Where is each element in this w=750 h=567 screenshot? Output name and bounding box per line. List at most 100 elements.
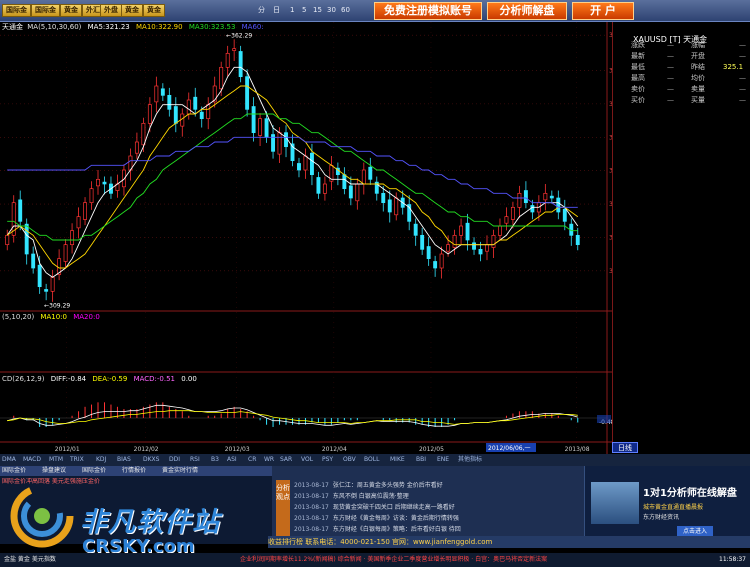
candle-body (303, 155, 308, 171)
indicator-tab[interactable]: MACD (23, 455, 41, 465)
candle-body (439, 253, 444, 269)
price-chart[interactable]: 364.88357.33350.17343.00335.86328.71321.… (0, 22, 612, 454)
vol-ma10: MA10:0 (40, 313, 67, 321)
news-item[interactable]: 2013-08-17 现货黄金突破千四关口 后期继续走高一路看好 (294, 502, 574, 513)
x-tick-label: 2012/05 (419, 446, 444, 453)
macd-legend: CD(26,12,9) DIFF:-0.84 DEA:-0.59 MACD:-0… (2, 375, 197, 384)
status-left: 金盐 黄金 美元指数 (4, 556, 56, 563)
period-15[interactable]: 15 (313, 5, 322, 15)
ad-banner[interactable]: 1对1分析师在线解盘 城市黄金直通直播晨报 东方财经资讯 点击进入 (584, 466, 750, 544)
period-60[interactable]: 60 (341, 5, 350, 15)
period-5[interactable]: 5 (302, 5, 306, 15)
indicator-tab[interactable]: MTM (49, 455, 63, 465)
ma-legend: 天通金 MA(5,10,30,60) MA5:321.23 MA10:322.9… (2, 23, 264, 32)
period-daily-tab[interactable]: 日线 (612, 442, 638, 453)
candle-body (89, 188, 94, 204)
ma-legend-params: MA(5,10,30,60) (27, 23, 82, 31)
crsky-watermark-logo: 非凡软件站 CRSKY.com (6, 474, 256, 564)
indicator-tab[interactable]: DKXS (143, 455, 159, 465)
x-tick-label: 2012/04 (322, 446, 347, 453)
candle-body (147, 104, 152, 124)
candle-body (387, 199, 392, 213)
indicator-tab[interactable]: SAR (280, 455, 292, 465)
candle-body (543, 192, 548, 201)
period-day[interactable]: 日 (273, 5, 280, 15)
quote-label: 买价 (631, 96, 645, 104)
indicator-tab[interactable]: VOL (301, 455, 313, 465)
indicator-tab[interactable]: BBI (416, 455, 426, 465)
candle-body (180, 113, 185, 127)
indicator-tab[interactable]: PSY (322, 455, 333, 465)
ad-headline: 1对1分析师在线解盘 (643, 488, 737, 499)
indicator-tab[interactable]: ENE (437, 455, 449, 465)
candle-body (141, 122, 146, 146)
candle-body (160, 88, 165, 96)
candle-body (322, 183, 327, 194)
indicator-tab[interactable]: B3 (211, 455, 219, 465)
candle-body (426, 246, 431, 260)
analyst-commentary-button[interactable]: 分析师解盘 (487, 2, 567, 20)
news-item[interactable]: 2013-08-17 东风不倒 白银高位震荡·整理 (294, 491, 574, 502)
candle-body (562, 208, 567, 222)
news-date: 2013-08-17 (294, 526, 329, 533)
quote-label: 涨幅 (691, 41, 705, 49)
indicator-tab[interactable]: MIKE (390, 455, 405, 465)
candle-body (31, 253, 36, 269)
candle-body (238, 51, 243, 78)
toolbar-button-gold[interactable]: 黄金 (60, 4, 82, 17)
candle-body (433, 261, 438, 269)
top-toolbar: 国际金 国际金 黄金 外汇 外盘 黄金 黄金 分 日 1 5 15 30 60 … (0, 0, 750, 22)
ma5-value: MA5:321.23 (87, 23, 130, 31)
news-item[interactable]: 2013-08-17 东方财经《白银每周》策略：后市看好白银 待回 (294, 524, 574, 535)
volume-legend: (5,10,20) MA10:0 MA20:0 (2, 313, 100, 322)
quote-label: 开盘 (691, 52, 705, 60)
indicator-tab[interactable]: KDJ (96, 455, 106, 465)
toolbar-button-market-1[interactable]: 国际金 (2, 4, 31, 17)
candle-body (225, 52, 230, 68)
candle-body (342, 174, 347, 190)
indicator-tab[interactable]: BOLL (364, 455, 379, 465)
candle-body (465, 222, 470, 241)
indicator-tab[interactable]: ASI (227, 455, 237, 465)
toolbar-button-market-2[interactable]: 国际金 (31, 4, 60, 17)
indicator-tab[interactable]: CR (248, 455, 256, 465)
cursor-date-label: 2012/06/06,一 (488, 445, 531, 452)
candle-body (134, 141, 139, 154)
candle-body (186, 99, 191, 115)
ma30-value: MA30:323.53 (188, 23, 236, 31)
candle-body (70, 230, 75, 246)
indicator-tab[interactable]: DMA (2, 455, 16, 465)
indicator-tab[interactable]: BIAS (117, 455, 131, 465)
news-date: 2013-08-17 (294, 515, 329, 522)
toolbar-button-gold-2[interactable]: 黄金 (121, 4, 143, 17)
toolbar-button-gold-3[interactable]: 黄金 (143, 4, 165, 17)
candle-body (5, 234, 10, 246)
status-news-ticker[interactable]: 企业利润同期率增长11.2%(新闻稿) 综合新闻 · 美国新季企业二季度营业增长… (240, 553, 680, 567)
analysis-tag[interactable]: 分析观点 (276, 480, 290, 540)
contact-bar: 收益排行榜 联系电话：4000-021-150 官网：www.jianfengg… (268, 536, 750, 548)
free-demo-account-button[interactable]: 免费注册模拟账号 (374, 2, 482, 20)
open-account-button[interactable]: 开 户 (572, 2, 634, 20)
indicator-tab[interactable]: OBV (343, 455, 356, 465)
candle-body (245, 76, 250, 110)
candle-body (102, 181, 107, 185)
toolbar-button-outer[interactable]: 外盘 (100, 4, 122, 17)
news-item[interactable]: 2013-08-17 张仁江：周五黄金多头强势 金价后市看好 (294, 480, 574, 491)
indicator-tab[interactable]: 其他指标 (458, 455, 482, 465)
candle-body (446, 244, 451, 252)
indicator-tab[interactable]: DDI (169, 455, 180, 465)
quote-label: 昨结 (691, 63, 705, 71)
period-30[interactable]: 30 (327, 5, 336, 15)
ad-line: 东方财经资讯 (643, 514, 680, 521)
period-1[interactable]: 1 (290, 5, 294, 15)
trading-app: 国际金 国际金 黄金 外汇 外盘 黄金 黄金 分 日 1 5 15 30 60 … (0, 0, 750, 567)
macd-zero: 0.00 (181, 375, 197, 383)
period-minute[interactable]: 分 (258, 5, 265, 15)
quote-label: 最低 (631, 63, 645, 71)
candle-body (37, 264, 42, 288)
news-item[interactable]: 2013-08-17 东方财经《黄金每周》访谈：黄金后期行情转强 (294, 513, 574, 524)
indicator-tab[interactable]: TRIX (70, 455, 84, 465)
indicator-tab[interactable]: RSI (190, 455, 200, 465)
indicator-tab[interactable]: WR (264, 455, 274, 465)
quote-label: 最高 (631, 74, 645, 82)
